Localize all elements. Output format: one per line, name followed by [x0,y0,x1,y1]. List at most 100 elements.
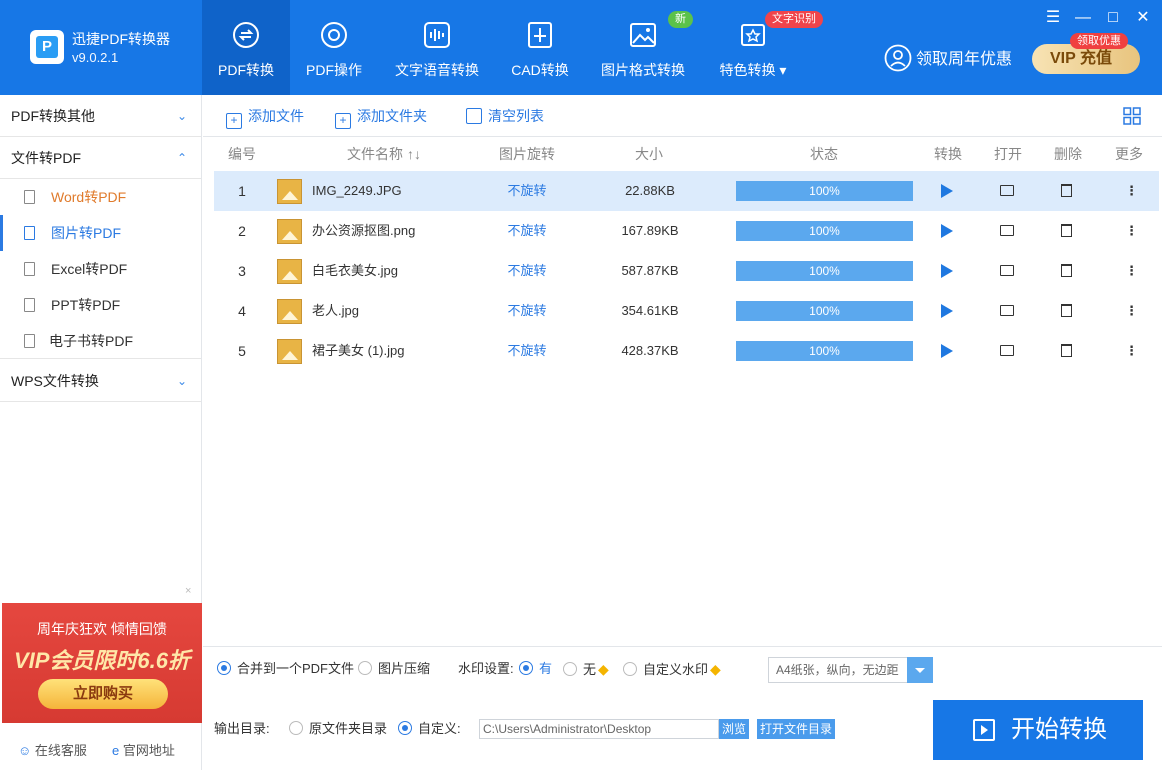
more-icon[interactable]: ⋮ [1125,291,1138,331]
rotate-option[interactable]: 不旋转 [492,171,562,211]
tab-pdf-operation[interactable]: PDF操作 [290,0,378,95]
minimize-icon[interactable]: — [1073,8,1093,28]
col-name[interactable]: 文件名称 ↑↓ [344,137,424,171]
output-source-radio[interactable] [289,721,303,735]
watermark-custom-radio[interactable] [623,662,637,676]
sidebar-group-pdf-other[interactable]: PDF转换其他 ⌄ [0,95,201,137]
delete-icon[interactable] [1061,264,1072,277]
table-row[interactable]: 3 白毛衣美女.jpg 不旋转 587.87KB 100% ⋮ [214,251,1159,291]
play-icon[interactable] [941,264,953,278]
tab-label: PDF操作 [306,62,362,78]
output-source-option[interactable]: 原文件夹目录 [289,719,387,739]
clear-list-button[interactable]: 清空列表 [466,106,544,126]
online-service-link[interactable]: ☺ 在线客服 [18,740,87,759]
more-icon[interactable]: ⋮ [1125,331,1138,371]
excel-file-icon [24,262,35,276]
folder-open-icon[interactable] [1000,265,1014,276]
folder-open-icon[interactable] [1000,225,1014,236]
add-folder-icon: + [335,113,351,129]
open-dir-button[interactable]: 打开文件目录 [757,719,836,739]
delete-icon[interactable] [1061,344,1072,357]
play-icon[interactable] [941,224,953,238]
more-icon[interactable]: ⋮ [1125,171,1138,211]
chevron-down-icon: ⌄ [176,374,187,388]
ad-close-icon[interactable]: × [185,585,191,597]
sort-icon: ↑↓ [406,146,421,162]
table-row[interactable]: 2 办公资源抠图.png 不旋转 167.89KB 100% ⋮ [214,211,1159,251]
title-bar: P 迅捷PDF转换器 v9.0.2.1 PDF转换 PDF操作 文字语音转换 C… [0,0,1162,95]
table-row[interactable]: 5 裙子美女 (1).jpg 不旋转 428.37KB 100% ⋮ [214,331,1159,371]
table-row[interactable]: 1 IMG_2249.JPG 不旋转 22.88KB 100% ⋮ [214,171,1159,211]
tab-pdf-convert[interactable]: PDF转换 [202,0,290,95]
watermark-yes-radio[interactable] [519,661,533,675]
maximize-icon[interactable]: □ [1103,8,1123,28]
file-name: IMG_2249.JPG [312,183,402,198]
watermark-no-radio[interactable] [563,662,577,676]
folder-open-icon[interactable] [1000,185,1014,196]
image-thumbnail-icon [277,219,302,244]
row-number: 1 [238,183,246,199]
file-size: 587.87KB [621,263,679,278]
output-custom-radio[interactable] [398,721,412,735]
col-rotate: 图片旋转 [499,146,555,162]
dropdown-arrow-icon: ▾ [779,62,787,78]
row-number: 2 [238,223,246,239]
tab-cad[interactable]: CAD转换 [500,0,580,95]
play-icon[interactable] [941,184,953,198]
sidebar-item-image[interactable]: 图片转PDF [0,215,201,251]
ppt-file-icon [24,298,35,312]
compress-option[interactable]: 图片压缩 [358,659,430,679]
delete-icon[interactable] [1061,184,1072,197]
play-icon[interactable] [941,344,953,358]
output-path-input[interactable]: C:\Users\Administrator\Desktop [479,719,719,739]
watermark-label: 水印设置: [458,661,514,676]
start-convert-button[interactable]: 开始转换 [933,700,1143,760]
compress-checkbox[interactable] [358,661,372,675]
folder-open-icon[interactable] [1000,305,1014,316]
delete-icon[interactable] [1061,304,1072,317]
menu-icon[interactable]: ☰ [1043,8,1063,28]
sidebar-item-excel[interactable]: Excel转PDF [0,251,201,287]
merge-checkbox[interactable] [217,661,231,675]
sidebar-item-ppt[interactable]: PPT转PDF [0,287,201,323]
merge-pdf-option[interactable]: 合并到一个PDF文件 [217,659,354,679]
close-icon[interactable]: ✕ [1133,8,1153,28]
rotate-option[interactable]: 不旋转 [492,291,562,331]
anniversary-promo-link[interactable]: 领取周年优惠 [884,44,1012,74]
browse-button[interactable]: 浏览 [719,719,750,739]
table-row[interactable]: 4 老人.jpg 不旋转 354.61KB 100% ⋮ [214,291,1159,331]
play-icon[interactable] [941,304,953,318]
file-name: 老人.jpg [312,303,359,318]
output-dir-label: 输出目录: [214,721,270,736]
rotate-option[interactable]: 不旋转 [492,211,562,251]
buy-now-button[interactable]: 立即购买 [38,679,168,709]
folder-open-icon[interactable] [1000,345,1014,356]
watermark-custom-option[interactable]: 自定义水印 ◆ [623,659,721,679]
website-link[interactable]: e 官网地址 [112,740,175,759]
progress-bar: 100% [736,301,913,321]
output-custom-option[interactable]: 自定义: [398,719,461,739]
dropdown-arrow-icon[interactable] [907,657,933,683]
more-icon[interactable]: ⋮ [1125,251,1138,291]
file-size: 167.89KB [621,223,679,238]
more-icon[interactable]: ⋮ [1125,211,1138,251]
sidebar-item-ebook[interactable]: 电子书转PDF [0,323,201,359]
add-file-button[interactable]: + 添加文件 [226,106,304,129]
grid-view-icon[interactable] [1123,107,1141,125]
sidebar-item-word[interactable]: Word转PDF [0,179,201,215]
watermark-yes-option[interactable]: 有 [519,659,552,679]
col-more: 更多 [1115,146,1143,162]
page-size-select[interactable]: A4纸张，纵向，无边距 [768,657,933,683]
delete-icon[interactable] [1061,224,1072,237]
file-size: 354.61KB [621,303,679,318]
tab-text-speech[interactable]: 文字语音转换 [390,0,484,95]
add-folder-button[interactable]: + 添加文件夹 [335,106,427,129]
rotate-option[interactable]: 不旋转 [492,251,562,291]
sidebar-group-file-to-pdf[interactable]: 文件转PDF ⌃ [0,137,201,179]
file-size: 22.88KB [625,183,675,198]
rotate-option[interactable]: 不旋转 [492,331,562,371]
watermark-no-option[interactable]: 无 ◆ [563,659,609,679]
vip-diamond-icon: ◆ [598,661,609,677]
sidebar-group-wps[interactable]: WPS文件转换 ⌄ [0,360,201,402]
promo-banner[interactable]: 周年庆狂欢 倾情回馈 VIP会员限时6.6折 立即购买 [2,603,202,723]
